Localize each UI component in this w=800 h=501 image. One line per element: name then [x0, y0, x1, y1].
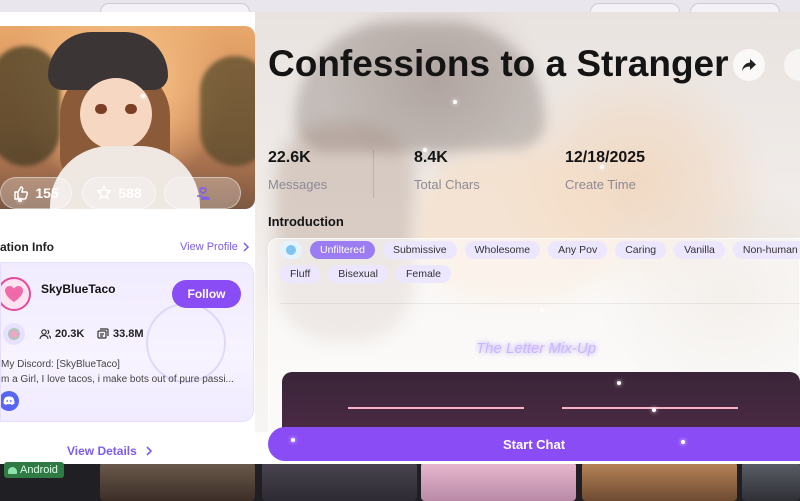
sparkle-decoration	[540, 308, 544, 312]
sparkle-decoration	[617, 381, 621, 385]
metric-value: 22.6K	[268, 149, 311, 166]
gallery-thumb[interactable]	[100, 462, 255, 501]
gallery-thumb[interactable]	[582, 462, 737, 501]
tag-unfiltered[interactable]: Unfiltered	[310, 241, 375, 259]
creator-card: SkyBlueTaco Follow 20.3K 33.8M My Discor…	[0, 262, 254, 422]
emoji-icon[interactable]	[280, 241, 302, 259]
creator-name[interactable]: SkyBlueTaco	[41, 282, 115, 296]
metric-label: Create Time	[565, 177, 636, 192]
view-details-label: View Details	[67, 444, 137, 458]
favorite-count: 588	[118, 185, 142, 201]
creator-bio: My Discord: [SkyBlueTaco] m a Girl, I lo…	[1, 357, 251, 387]
metric-label: Total Chars	[414, 177, 480, 192]
bio-line: m a Girl, I love tacos, i make bots out …	[1, 374, 234, 385]
tag-row-2: Fluff Bisexual Female	[280, 265, 451, 283]
sparkle-decoration	[423, 148, 427, 152]
divider	[373, 150, 374, 198]
heart-icon	[5, 286, 23, 302]
tag-wholesome[interactable]: Wholesome	[464, 241, 541, 259]
metric-label: Messages	[268, 177, 328, 192]
follow-button[interactable]: Follow	[172, 280, 241, 308]
tag-non-human[interactable]: Non-human	[732, 241, 800, 259]
heart-hand-icon	[196, 187, 210, 200]
creator-avatar[interactable]	[1, 277, 31, 311]
metric-total-chars: 8.4K Total Chars	[414, 149, 480, 192]
scenario-title: The Letter Mix-Up	[476, 340, 597, 357]
like-count: 155	[35, 185, 59, 201]
creator-badge	[3, 323, 25, 345]
sparkle-decoration	[141, 94, 145, 98]
share-icon	[742, 59, 756, 71]
creator-interactions: 33.8M	[97, 328, 144, 340]
followers-count: 20.3K	[55, 328, 85, 340]
tag-submissive[interactable]: Submissive	[382, 241, 457, 259]
creator-followers: 20.3K	[39, 328, 84, 340]
tag-female[interactable]: Female	[395, 265, 451, 283]
sparkle-decoration	[18, 198, 22, 202]
star-icon	[96, 185, 113, 200]
chevron-right-icon	[146, 446, 152, 456]
view-details-link[interactable]: View Details	[67, 444, 153, 458]
share-button[interactable]	[733, 49, 765, 81]
gallery-thumb[interactable]	[421, 462, 576, 501]
scenario-preview-image	[282, 372, 800, 432]
favorite-button[interactable]: 588	[82, 177, 156, 209]
tag-any-pov[interactable]: Any Pov	[548, 241, 608, 259]
tag-vanilla[interactable]: Vanilla	[674, 241, 725, 259]
bio-line: My Discord: [SkyBlueTaco]	[1, 359, 120, 370]
tag-fluff[interactable]: Fluff	[280, 265, 321, 283]
chevron-right-icon	[243, 242, 249, 252]
tag-row-1: Unfiltered Submissive Wholesome Any Pov …	[280, 241, 800, 259]
gallery-thumb[interactable]	[262, 462, 417, 501]
gallery-thumb[interactable]	[742, 462, 800, 501]
tag-caring[interactable]: Caring	[615, 241, 667, 259]
sparkle-decoration	[291, 438, 295, 442]
tag-bisexual[interactable]: Bisexual	[328, 265, 388, 283]
like-button[interactable]: 155	[0, 177, 72, 209]
introduction-heading: Introduction	[268, 214, 344, 229]
sparkle-decoration	[652, 408, 656, 412]
discord-icon[interactable]	[1, 391, 19, 411]
creator-info-heading: ation Info	[0, 240, 54, 254]
sparkle-decoration	[453, 100, 457, 104]
android-badge: Android	[4, 462, 64, 478]
view-profile-label: View Profile	[180, 241, 238, 253]
view-profile-link[interactable]: View Profile	[180, 241, 250, 253]
followers-icon	[39, 329, 51, 340]
metric-create-time: 12/18/2025 Create Time	[565, 149, 645, 192]
android-badge-label: Android	[20, 464, 58, 476]
start-chat-button[interactable]: Start Chat	[268, 427, 800, 461]
divider	[280, 303, 800, 304]
metric-value: 12/18/2025	[565, 149, 646, 166]
character-title: Confessions to a Stranger	[268, 43, 729, 84]
sparkle-decoration	[600, 165, 604, 169]
background-gallery-strip	[0, 462, 800, 501]
metric-messages: 22.6K Messages	[268, 149, 327, 192]
character-detail-modal: 155 588 ation Info View Profile SkyBlueT…	[0, 12, 800, 464]
gift-button[interactable]	[164, 177, 241, 209]
android-icon	[8, 466, 17, 474]
interactions-count: 33.8M	[113, 328, 144, 340]
chats-icon	[97, 328, 109, 339]
sparkle-decoration	[681, 440, 685, 444]
